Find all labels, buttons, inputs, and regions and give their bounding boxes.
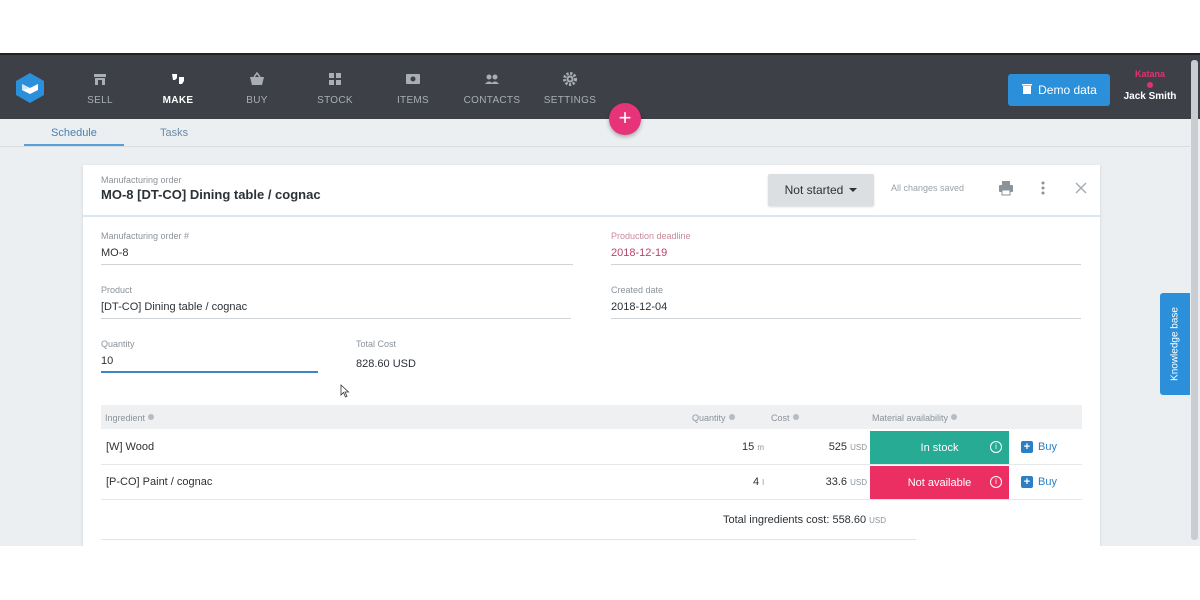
- card-header: Manufacturing order MO-8 [DT-CO] Dining …: [83, 165, 1100, 217]
- make-icon: [143, 71, 213, 89]
- app-logo[interactable]: [14, 72, 46, 104]
- availability-badge[interactable]: In stock i: [870, 431, 1009, 464]
- card-caption: Manufacturing order: [101, 175, 182, 185]
- ingredient-cost: 33.6 USD: [825, 476, 867, 488]
- info-icon: i: [990, 476, 1002, 488]
- nav-item-label: SELL: [87, 95, 113, 106]
- quantity-label: Quantity: [101, 339, 135, 349]
- sub-tabs: Schedule Tasks: [0, 119, 1190, 147]
- app-window: SELL MAKE BUY STOCK ITEMS CONTACTS SETTI…: [0, 53, 1200, 546]
- save-status: All changes saved: [891, 183, 965, 193]
- col-availability: Material availability: [872, 413, 958, 423]
- nav-item-sell[interactable]: SELL: [65, 71, 135, 106]
- stock-icon: [300, 71, 370, 89]
- add-to-cart-icon: +: [1021, 476, 1033, 488]
- vertical-scrollbar[interactable]: [1191, 60, 1198, 540]
- top-navigation-bar: SELL MAKE BUY STOCK ITEMS CONTACTS SETTI…: [0, 55, 1200, 119]
- nav-item-contacts[interactable]: CONTACTS: [457, 71, 527, 106]
- nav-item-make[interactable]: MAKE: [143, 71, 213, 106]
- basket-icon: [222, 71, 292, 89]
- buy-button[interactable]: + Buy: [1021, 476, 1057, 488]
- info-icon: i: [990, 441, 1002, 453]
- total-cost-label: Total Cost: [356, 339, 397, 349]
- add-button[interactable]: +: [609, 103, 641, 135]
- user-name: Jack Smith: [1123, 91, 1177, 102]
- store-icon: [65, 71, 135, 89]
- tab-tasks[interactable]: Tasks: [160, 127, 188, 139]
- print-icon[interactable]: [997, 180, 1015, 198]
- info-dot-icon: [728, 414, 735, 420]
- status-label: Not started: [784, 183, 844, 197]
- nav-item-settings[interactable]: SETTINGS: [535, 71, 605, 106]
- demo-data-button[interactable]: Demo data: [1008, 74, 1110, 106]
- ingredient-quantity: 15 m: [742, 441, 764, 453]
- ingredient-name: [P-CO] Paint / cognac: [106, 476, 213, 488]
- total-cost-value: 828.60 USD: [356, 358, 416, 370]
- info-dot-icon: [951, 414, 958, 420]
- created-date-field[interactable]: 2018-12-04: [611, 301, 667, 313]
- col-cost: Cost: [771, 413, 799, 423]
- status-dropdown[interactable]: Not started: [768, 174, 874, 206]
- order-title: MO-8 [DT-CO] Dining table / cognac: [101, 187, 321, 202]
- active-tab-indicator: [24, 144, 124, 146]
- col-ingredient: Ingredient: [105, 413, 155, 423]
- mo-number-field[interactable]: MO-8: [101, 247, 129, 259]
- brand-tag: Katana: [1134, 69, 1165, 79]
- add-to-cart-icon: +: [1021, 441, 1033, 453]
- table-row[interactable]: [P-CO] Paint / cognac 4 l 33.6 USD Not a…: [101, 466, 1082, 500]
- nav-item-items[interactable]: ITEMS: [378, 71, 448, 106]
- nav-item-label: STOCK: [317, 95, 353, 106]
- nav-item-stock[interactable]: STOCK: [300, 71, 370, 106]
- status-dot: [1147, 82, 1153, 88]
- quantity-input-underline: [101, 371, 318, 373]
- product-label: Product: [101, 285, 133, 295]
- created-date-label: Created date: [611, 285, 664, 295]
- deadline-label: Production deadline: [611, 231, 691, 241]
- nav-item-label: BUY: [246, 95, 268, 106]
- nav-item-label: CONTACTS: [463, 95, 521, 106]
- user-menu[interactable]: Katana Jack Smith: [1118, 69, 1182, 102]
- info-dot-icon: [792, 414, 799, 420]
- trash-icon: [1021, 83, 1033, 98]
- product-field[interactable]: [DT-CO] Dining table / cognac: [101, 301, 247, 313]
- ingredient-quantity: 4 l: [753, 476, 764, 488]
- contacts-icon: [457, 71, 527, 89]
- caret-down-icon: [849, 183, 858, 197]
- field-underline: [611, 318, 1081, 319]
- more-options-icon[interactable]: [1034, 180, 1052, 198]
- mouse-cursor-icon: [340, 384, 350, 398]
- items-icon: [378, 71, 448, 89]
- gear-icon: [535, 71, 605, 89]
- nav-item-buy[interactable]: BUY: [222, 71, 292, 106]
- ingredient-name: [W] Wood: [106, 441, 155, 453]
- table-row[interactable]: [W] Wood 15 m 525 USD In stock i + Buy: [101, 431, 1082, 465]
- total-ingredients-cost: Total ingredients cost: 558.60 USD: [723, 514, 887, 526]
- divider: [101, 539, 916, 540]
- nav-item-label: ITEMS: [396, 95, 430, 106]
- tab-schedule[interactable]: Schedule: [51, 127, 97, 139]
- field-underline: [101, 318, 571, 319]
- col-quantity: Quantity: [692, 413, 735, 423]
- deadline-field[interactable]: 2018-12-19: [611, 247, 667, 259]
- quantity-input[interactable]: 10: [101, 355, 113, 367]
- manufacturing-order-card: Manufacturing order MO-8 [DT-CO] Dining …: [83, 165, 1100, 546]
- nav-item-label: MAKE: [162, 95, 194, 106]
- info-dot-icon: [148, 414, 155, 420]
- mo-number-label: Manufacturing order #: [101, 231, 190, 241]
- nav-item-label: SETTINGS: [543, 95, 597, 106]
- availability-badge[interactable]: Not available i: [870, 466, 1009, 499]
- ingredients-table-header: Ingredient Quantity Cost Material availa…: [101, 405, 1082, 429]
- demo-data-label: Demo data: [1038, 83, 1097, 97]
- field-underline: [101, 264, 573, 265]
- close-icon[interactable]: [1072, 180, 1090, 198]
- ingredient-cost: 525 USD: [828, 441, 867, 453]
- knowledge-base-tab[interactable]: Knowledge base: [1160, 293, 1190, 395]
- field-underline: [611, 264, 1081, 265]
- buy-button[interactable]: + Buy: [1021, 441, 1057, 453]
